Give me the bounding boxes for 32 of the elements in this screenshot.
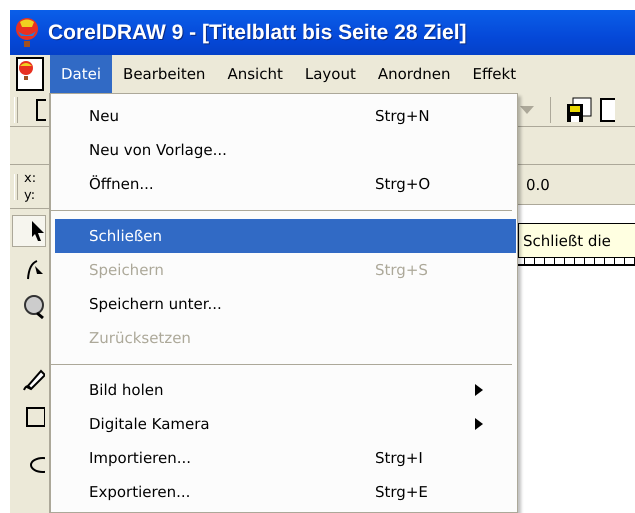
document-icon[interactable] xyxy=(14,56,46,92)
menu-title[interactable]: Anordnen xyxy=(366,55,462,93)
x-label: x: xyxy=(24,170,36,186)
submenu-arrow-icon xyxy=(475,384,483,396)
menu-item[interactable]: Neu von Vorlage... xyxy=(55,133,516,167)
window-title: CorelDRAW 9 - [Titelblatt bis Seite 28 Ziel] xyxy=(48,20,467,44)
menu-title[interactable]: Effekt xyxy=(461,55,528,93)
menu-item[interactable]: Neu Strg+N xyxy=(55,99,516,133)
menu-item[interactable]: Speichern unter... xyxy=(55,287,516,321)
save-icon[interactable] xyxy=(565,96,593,124)
menu-item[interactable]: Digitale Kamera xyxy=(55,407,516,441)
balloon-icon xyxy=(14,16,40,48)
y-label: y: xyxy=(24,186,36,204)
menu-item[interactable]: Importieren... Strg+I xyxy=(55,441,516,475)
submenu-arrow-icon xyxy=(475,418,483,430)
menu-title[interactable]: Bearbeiten xyxy=(112,55,216,93)
pick-tool[interactable] xyxy=(12,215,46,247)
menu-item[interactable]: Exportieren... Strg+E xyxy=(55,475,516,509)
magnifier-icon xyxy=(23,295,45,319)
new-document-icon[interactable] xyxy=(36,98,46,120)
pen-icon xyxy=(23,367,45,391)
menu-title[interactable]: Ansicht xyxy=(216,55,294,93)
value-field[interactable]: 0.0 xyxy=(526,176,550,194)
menu-title[interactable]: Layout xyxy=(294,55,367,93)
document-icon[interactable] xyxy=(599,96,615,122)
tooltip: Schließt die xyxy=(518,223,635,258)
menu-item[interactable]: Bild holen xyxy=(55,373,516,407)
menu-item[interactable]: Öffnen... Strg+O xyxy=(55,167,516,201)
pointer-icon xyxy=(31,220,45,242)
menu-title[interactable]: Datei xyxy=(50,55,112,93)
node-icon xyxy=(25,258,45,280)
menu-item[interactable]: Schließen xyxy=(55,219,516,253)
